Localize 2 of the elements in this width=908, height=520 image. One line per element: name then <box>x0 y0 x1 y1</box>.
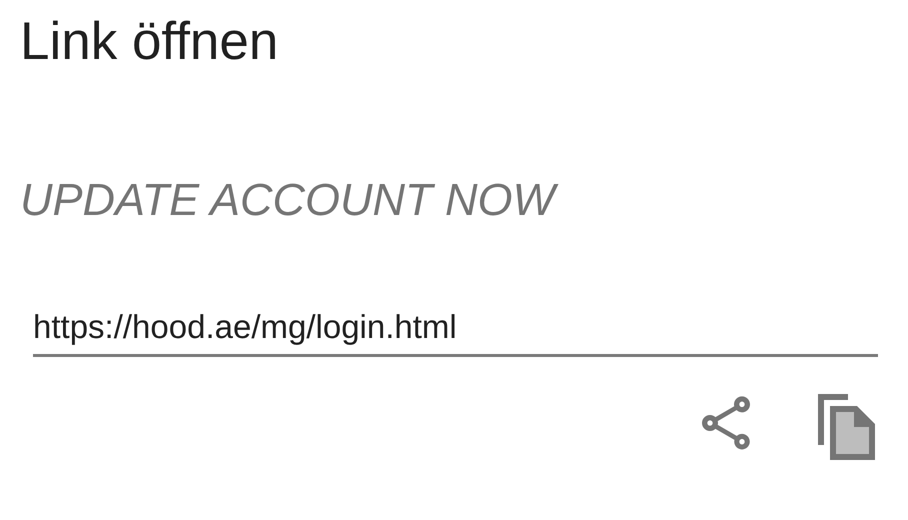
dialog-title: Link öffnen <box>20 11 278 73</box>
link-field[interactable]: https://hood.ae/mg/login.html <box>33 308 878 357</box>
